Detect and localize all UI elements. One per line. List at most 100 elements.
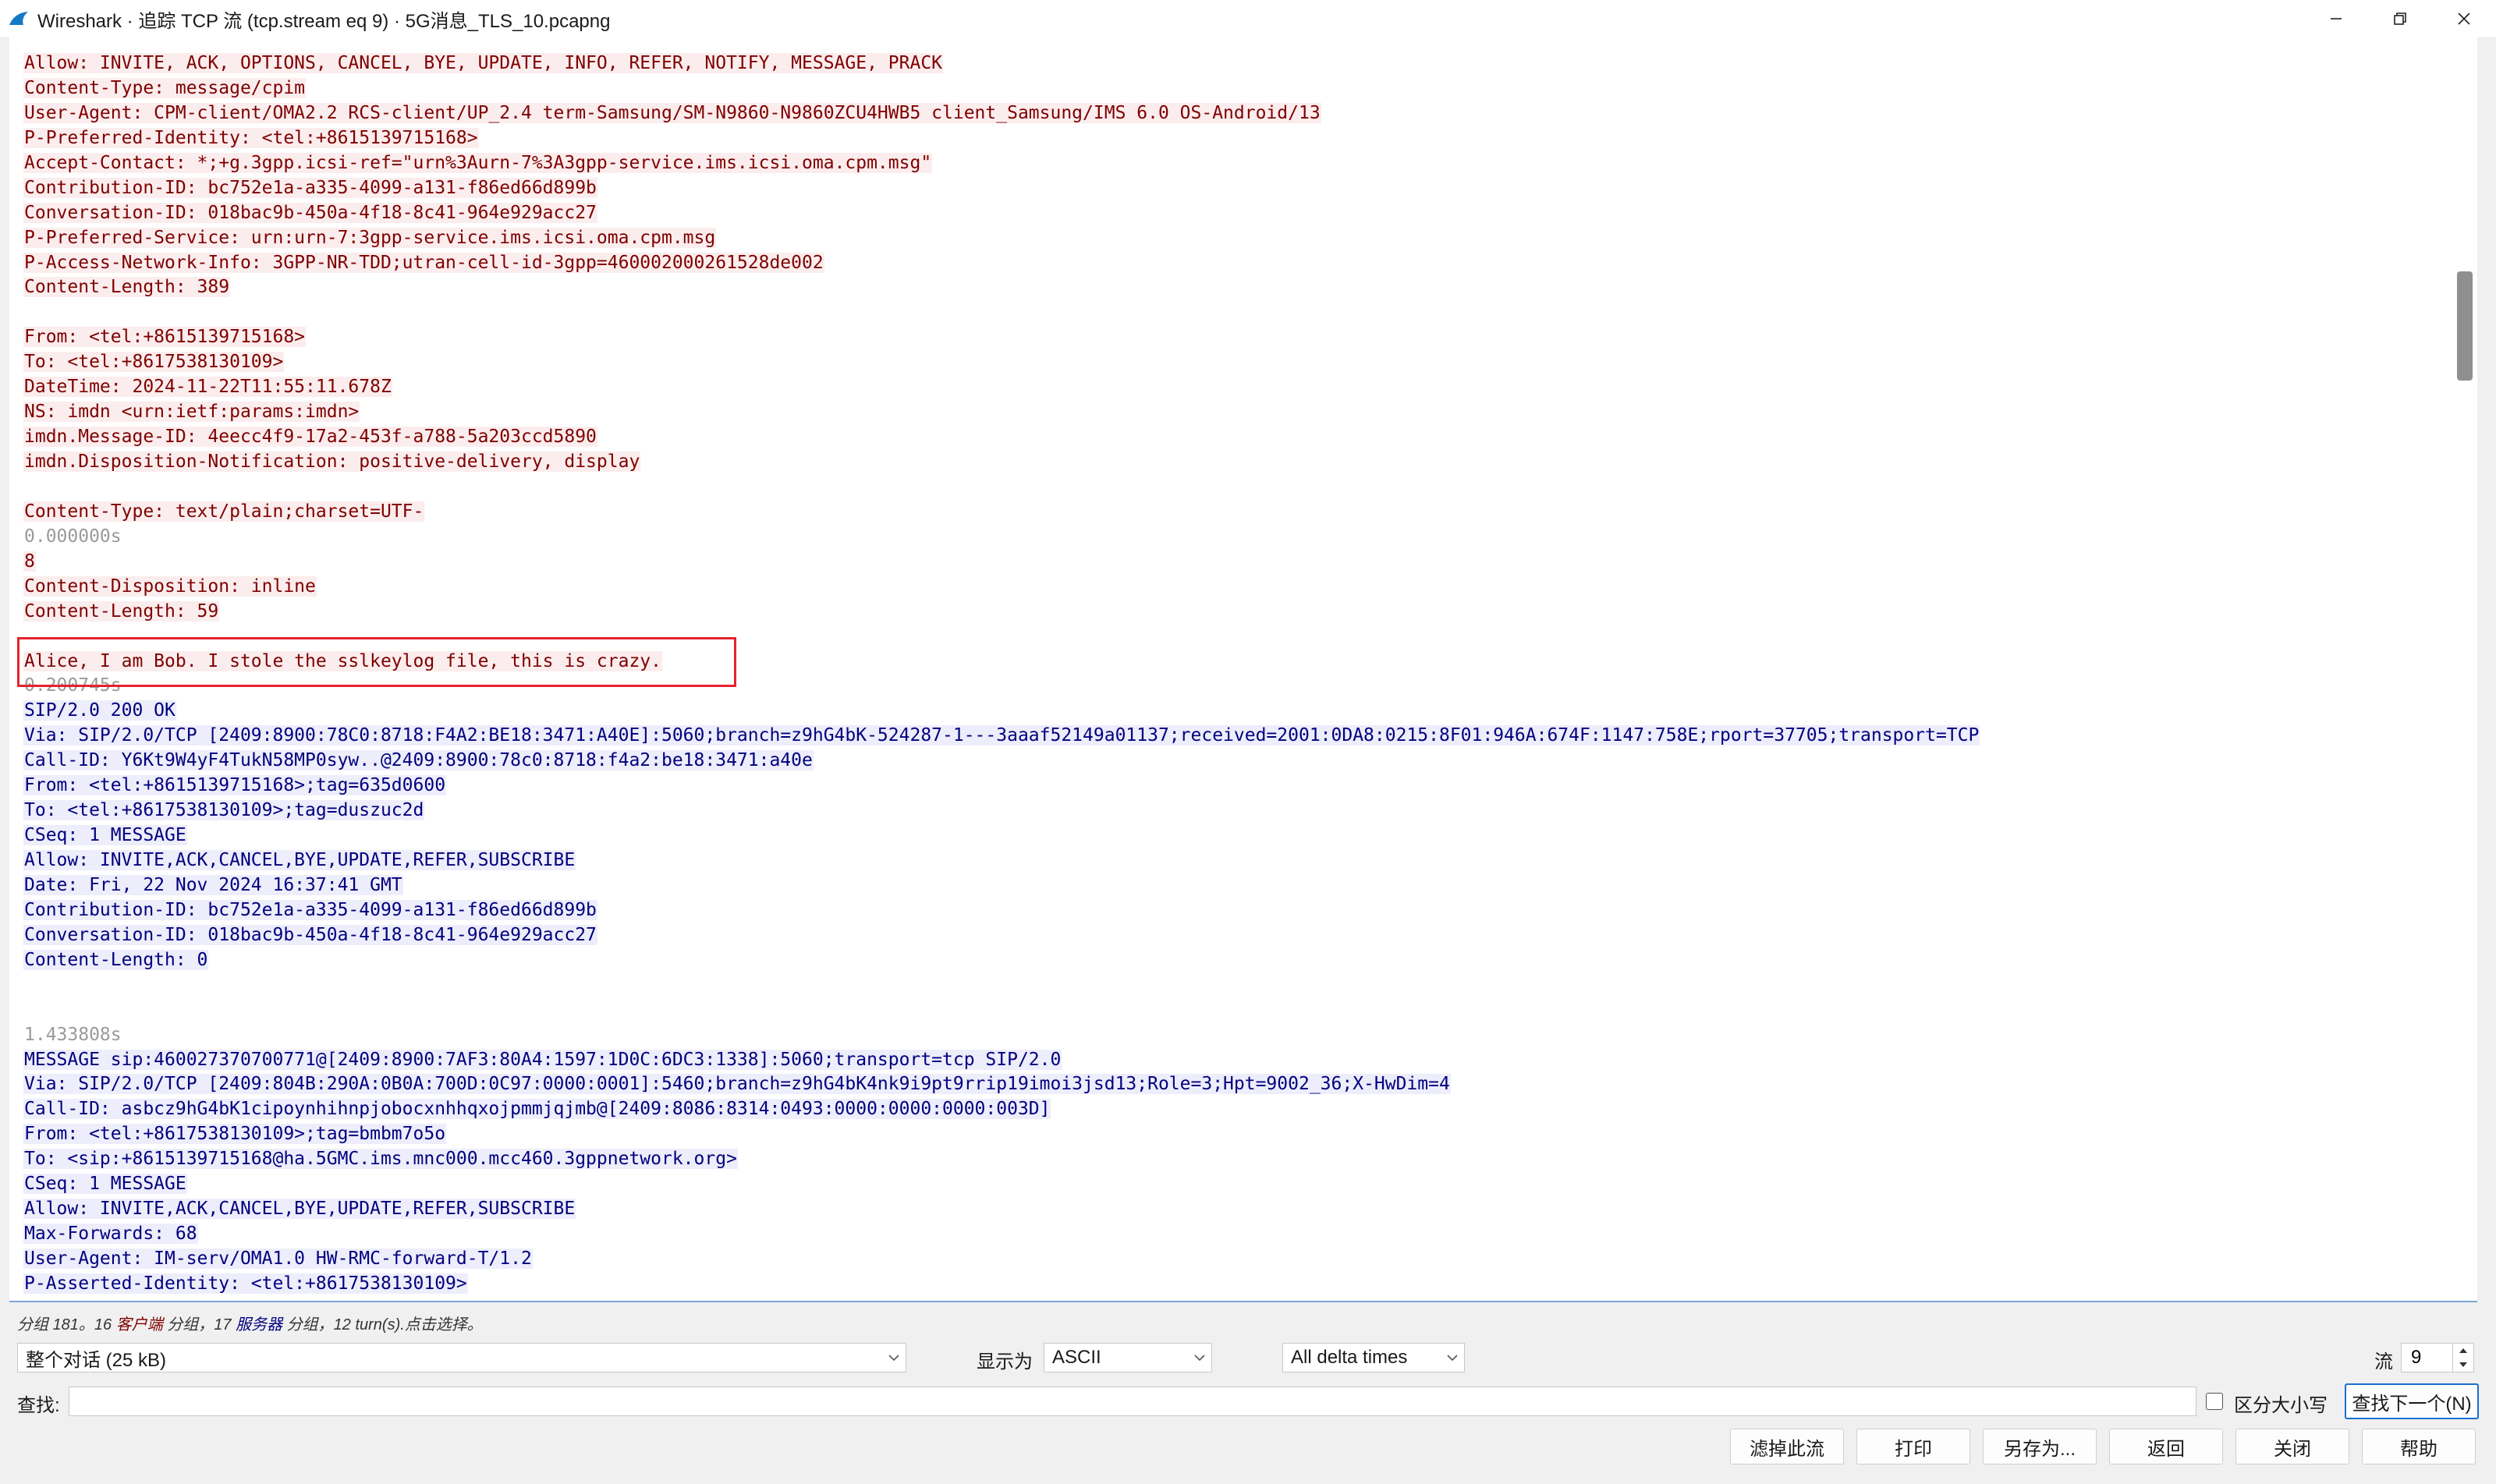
restore-icon (2394, 12, 2406, 25)
delta-times-value: All delta times (1291, 1347, 1408, 1368)
status-prefix: 分组 181。16 (17, 1316, 116, 1333)
server-line: To: <tel:+8617538130109>;tag=duszuc2d (23, 799, 1980, 823)
spin-down-button[interactable] (2453, 1358, 2473, 1372)
line-text: DateTime: 2024-11-22T11:55:11.678Z (23, 377, 392, 398)
client-line: P-Preferred-Identity: <tel:+861513971516… (23, 126, 1980, 151)
server-line: Allow: INVITE,ACK,CANCEL,BYE,UPDATE,REFE… (23, 1197, 1980, 1222)
window-title: Wireshark · 追踪 TCP 流 (tcp.stream eq 9) ·… (37, 10, 611, 32)
line-text: Allow: INVITE,ACK,CANCEL,BYE,UPDATE,REFE… (23, 850, 576, 870)
spin-up-button[interactable] (2453, 1344, 2473, 1358)
line-text: Accept-Contact: *;+g.3gpp.icsi-ref="urn%… (23, 152, 933, 173)
client-line: Content-Disposition: inline (23, 575, 1980, 600)
client-line: To: <tel:+8617538130109> (23, 350, 1980, 375)
triangle-up-icon (2459, 1348, 2467, 1353)
server-line: Conversation-ID: 018bac9b-450a-4f18-8c41… (23, 923, 1980, 948)
scrollbar-thumb[interactable] (2457, 271, 2473, 381)
line-text: SIP/2.0 200 OK (23, 700, 176, 721)
chevron-down-icon (1441, 1354, 1464, 1362)
server-line: To: <sip:+8615139715168@ha.5GMC.ims.mnc0… (23, 1147, 1980, 1172)
case-sensitive-checkbox[interactable] (2206, 1393, 2223, 1410)
line-text: To: <tel:+8617538130109> (23, 352, 285, 373)
client-line: User-Agent: CPM-client/OMA2.2 RCS-client… (23, 101, 1980, 126)
line-text: Allow: INVITE,ACK,CANCEL,BYE,UPDATE,REFE… (23, 1199, 576, 1220)
delta-times-select[interactable]: All delta times (1282, 1343, 1465, 1372)
stream-number-spinbox[interactable]: 9 (2401, 1343, 2474, 1372)
server-line: P-Asserted-Identity: <tel:+8617538130109… (23, 1272, 1980, 1297)
chevron-down-icon (1188, 1354, 1211, 1362)
server-line: Call-ID: asbcz9hG4bK1cipoynhihnpjobocxnh… (23, 1097, 1980, 1122)
server-line: User-Agent: IM-serv/OMA1.0 HW-RMC-forwar… (23, 1247, 1980, 1272)
server-line: Contribution-ID: bc752e1a-a335-4099-a131… (23, 898, 1980, 923)
show-as-select[interactable]: ASCII (1044, 1343, 1212, 1372)
line-text: Content-Length: 389 (23, 277, 231, 298)
client-line: Conversation-ID: 018bac9b-450a-4f18-8c41… (23, 201, 1980, 226)
line-text: Via: SIP/2.0/TCP [2409:804B:290A:0B0A:70… (23, 1074, 1451, 1095)
line-text: From: <tel:+8615139715168> (23, 327, 307, 348)
server-line: Via: SIP/2.0/TCP [2409:8900:78C0:8718:F4… (23, 724, 1980, 749)
client-line: DateTime: 2024-11-22T11:55:11.678Z (23, 375, 1980, 400)
line-text: 8 (23, 551, 36, 572)
server-line: From: <tel:+8617538130109>;tag=bmbm7o5o (23, 1122, 1980, 1147)
line-text: Conversation-ID: 018bac9b-450a-4f18-8c41… (23, 924, 597, 945)
line-text: Allow: INVITE, ACK, OPTIONS, CANCEL, BYE… (23, 53, 944, 73)
vertical-scrollbar[interactable] (2451, 37, 2477, 1301)
line-text: Max-Forwards: 68 (23, 1224, 198, 1245)
line-text: CSeq: 1 MESSAGE (23, 1174, 187, 1195)
line-text: imdn.Disposition-Notification: positive-… (23, 452, 641, 472)
restore-button[interactable] (2368, 0, 2432, 37)
line-text: To: <tel:+8617538130109>;tag=duszuc2d (23, 800, 425, 821)
server-line: Via: SIP/2.0/TCP [2409:804B:290A:0B0A:70… (23, 1072, 1980, 1097)
line-text: Conversation-ID: 018bac9b-450a-4f18-8c41… (23, 202, 597, 223)
print-button[interactable]: 打印 (1856, 1429, 1970, 1465)
server-line: Date: Fri, 22 Nov 2024 16:37:41 GMT (23, 873, 1980, 898)
server-line: MESSAGE sip:460027370700771@[2409:8900:7… (23, 1048, 1980, 1073)
client-line: P-Preferred-Service: urn:urn-7:3gpp-serv… (23, 226, 1980, 251)
close-window-button[interactable] (2432, 0, 2496, 37)
client-line: imdn.Disposition-Notification: positive-… (23, 450, 1980, 475)
server-line: From: <tel:+8615139715168>;tag=635d0600 (23, 774, 1980, 799)
highlight-annotation-box (17, 637, 736, 687)
server-line: Max-Forwards: 68 (23, 1222, 1980, 1247)
line-text: User-Agent: IM-serv/OMA1.0 HW-RMC-forwar… (23, 1248, 533, 1269)
line-text: P-Preferred-Identity: <tel:+861513971516… (23, 127, 479, 148)
status-middle: 分组，17 (162, 1316, 236, 1333)
server-line: Call-ID: Y6Kt9W4yF4TukN58MP0syw..@2409:8… (23, 749, 1980, 774)
server-line: Content-Length: 0 (23, 948, 1980, 973)
show-as-label: 显示为 (977, 1351, 1033, 1372)
client-line: P-Access-Network-Info: 3GPP-NR-TDD;utran… (23, 251, 1980, 276)
timestamp-line: 0.000000s (23, 525, 1980, 550)
minimize-icon (2331, 18, 2342, 19)
line-text: Call-ID: asbcz9hG4bK1cipoynhihnpjobocxnh… (23, 1099, 1051, 1120)
stream-number-label: 流 (2374, 1351, 2393, 1372)
triangle-down-icon (2459, 1362, 2467, 1367)
filter-out-stream-button[interactable]: 滤掉此流 (1730, 1429, 1844, 1465)
server-line: CSeq: 1 MESSAGE (23, 823, 1980, 848)
find-next-button[interactable]: 查找下一个(N) (2345, 1383, 2479, 1419)
line-text: From: <tel:+8615139715168>;tag=635d0600 (23, 775, 447, 796)
wireshark-fin-icon (9, 12, 28, 25)
find-input[interactable] (69, 1387, 2196, 1416)
line-text: MESSAGE sip:460027370700771@[2409:8900:7… (23, 1049, 1062, 1070)
back-button[interactable]: 返回 (2109, 1429, 2223, 1465)
stream-text-area[interactable]: Allow: INVITE, ACK, OPTIONS, CANCEL, BYE… (9, 37, 2477, 1302)
close-button[interactable]: 关闭 (2235, 1429, 2349, 1465)
line-text: Via: SIP/2.0/TCP [2409:8900:78C0:8718:F4… (23, 725, 1980, 746)
line-text: Date: Fri, 22 Nov 2024 16:37:41 GMT (23, 874, 403, 895)
line-text: Content-Length: 0 (23, 949, 209, 970)
line-text: To: <sip:+8615139715168@ha.5GMC.ims.mnc0… (23, 1149, 738, 1170)
conversation-select[interactable]: 整个对话 (25 kB) (17, 1343, 906, 1372)
help-button[interactable]: 帮助 (2362, 1429, 2476, 1465)
show-as-value: ASCII (1052, 1347, 1101, 1368)
line-text: Content-Type: message/cpim (23, 77, 307, 98)
line-text: Content-Length: 59 (23, 600, 220, 622)
title-bar: Wireshark · 追踪 TCP 流 (tcp.stream eq 9) ·… (0, 0, 2496, 38)
line-text: 1.433808s (24, 1024, 122, 1045)
chevron-down-icon (882, 1354, 906, 1362)
line-text: Content-Disposition: inline (23, 576, 317, 597)
line-text: P-Preferred-Service: urn:urn-7:3gpp-serv… (23, 227, 717, 248)
save-as-button[interactable]: 另存为... (1983, 1429, 2097, 1465)
client-line: Content-Type: message/cpim (23, 76, 1980, 101)
minimize-button[interactable] (2304, 0, 2368, 37)
client-line: 8 (23, 550, 1980, 575)
